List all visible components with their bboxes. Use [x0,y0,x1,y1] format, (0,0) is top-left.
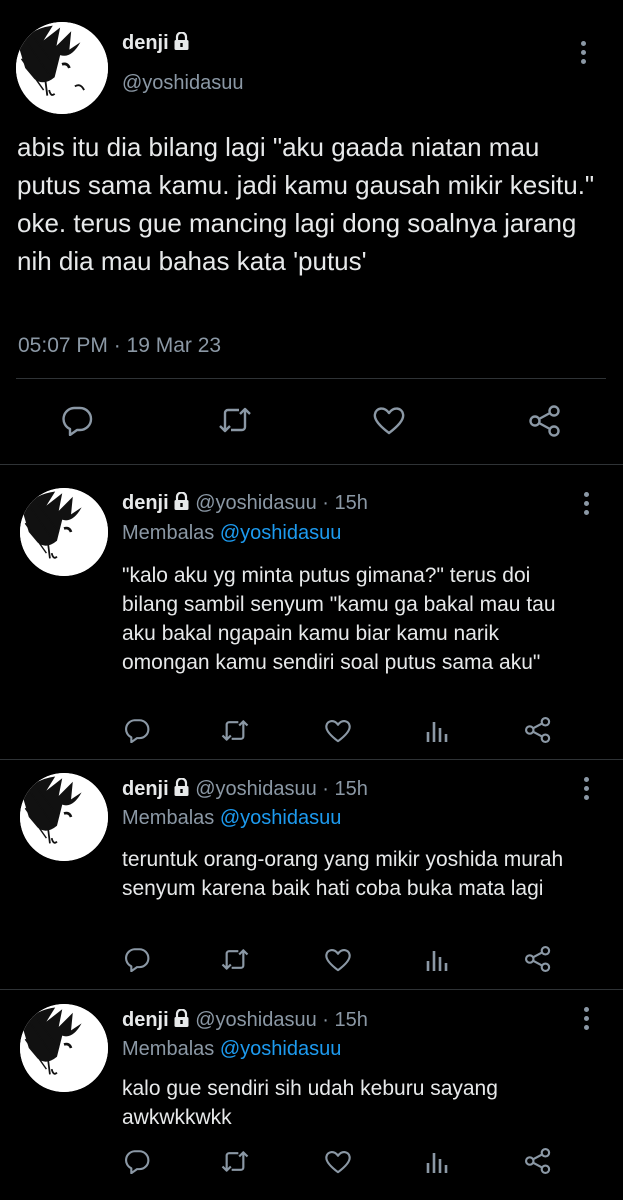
replying-to-handle[interactable]: @yoshidasuu [220,1038,341,1060]
reply-icon[interactable] [61,404,93,436]
share-icon[interactable] [524,945,552,973]
display-name[interactable]: denji [122,778,169,800]
reply-header: denji @yoshidasuu · 15h [122,491,368,516]
handle[interactable]: @yoshidasuu [122,72,243,95]
divider [0,464,623,465]
tweet-text: abis itu dia bilang lagi "aku gaada niat… [17,132,595,276]
divider [16,378,606,379]
like-icon[interactable] [324,1149,352,1174]
avatar-image [20,488,108,576]
tweet-age: · 15h [322,492,368,514]
lock-icon [173,491,190,516]
more-options-icon[interactable] [584,492,590,519]
lock-icon [173,777,190,802]
handle[interactable]: @yoshidasuu [195,778,316,800]
handle[interactable]: @yoshidasuu [195,1009,316,1031]
tweet-age: · 15h [322,778,368,800]
reply-header: denji @yoshidasuu · 15h [122,1008,368,1033]
more-options-icon[interactable] [584,1007,590,1034]
analytics-icon[interactable] [426,718,448,742]
replying-to-handle[interactable]: @yoshidasuu [220,807,341,829]
replying-to-handle[interactable]: @yoshidasuu [220,522,341,544]
analytics-icon[interactable] [426,947,448,971]
like-icon[interactable] [324,718,352,743]
replying-prefix: Membalas [122,1038,215,1060]
reply-icon[interactable] [124,946,150,972]
avatar-image [16,22,108,114]
avatar-image [20,773,108,861]
lock-icon [173,1008,190,1033]
replying-to: Membalas @yoshidasuu [122,1038,341,1061]
avatar-image [20,1004,108,1092]
more-options-icon[interactable] [581,41,587,68]
avatar[interactable] [20,773,108,861]
display-name[interactable]: denji [122,31,190,56]
tweet-text: kalo gue sendiri sih udah keburu sayang … [122,1077,498,1129]
handle[interactable]: @yoshidasuu [195,492,316,514]
tweet-timestamp[interactable]: 05:07 PM · 19 Mar 23 [18,334,221,358]
retweet-icon[interactable] [217,405,253,435]
retweet-icon[interactable] [220,947,250,972]
reply-icon[interactable] [124,1148,150,1174]
like-icon[interactable] [324,947,352,972]
retweet-icon[interactable] [220,718,250,743]
share-icon[interactable] [528,404,562,438]
display-name[interactable]: denji [122,1009,169,1031]
replying-to: Membalas @yoshidasuu [122,522,341,545]
lock-icon [173,31,190,56]
divider [0,989,623,990]
replying-prefix: Membalas [122,522,215,544]
like-icon[interactable] [372,405,406,435]
display-name[interactable]: denji [122,492,169,514]
retweet-icon[interactable] [220,1149,250,1174]
reply-icon[interactable] [124,717,150,743]
analytics-icon[interactable] [426,1149,448,1173]
avatar[interactable] [20,488,108,576]
avatar[interactable] [20,1004,108,1092]
divider [0,759,623,760]
more-options-icon[interactable] [584,777,590,804]
share-icon[interactable] [524,1147,552,1175]
tweet-text: teruntuk orang-orang yang mikir yoshida … [122,848,564,900]
tweet-text: "kalo aku yg minta putus gimana?" terus … [122,564,556,674]
replying-prefix: Membalas [122,807,215,829]
reply-header: denji @yoshidasuu · 15h [122,777,368,802]
replying-to: Membalas @yoshidasuu [122,807,341,830]
tweet-age: · 15h [322,1009,368,1031]
avatar[interactable] [16,22,108,114]
share-icon[interactable] [524,716,552,744]
